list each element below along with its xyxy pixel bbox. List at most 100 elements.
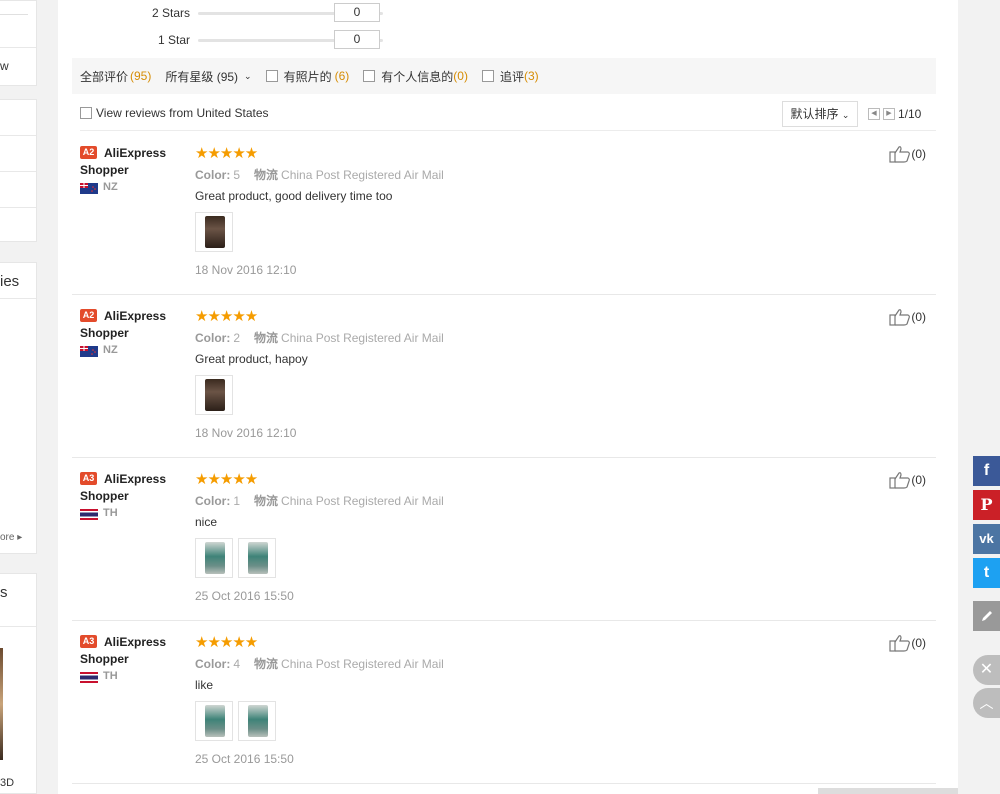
sidebar-link-row[interactable] <box>0 136 36 172</box>
review-item: A2 AliExpress Shopper NZ ★★★★★ Color: 2 物流… <box>72 295 936 458</box>
review-text: nice <box>195 515 218 529</box>
sidebar-fragment-text: 3D <box>0 777 15 789</box>
share-pinterest-icon[interactable]: P <box>973 490 1000 520</box>
sidebar-box-links <box>0 99 37 242</box>
logistics-value: China Post Registered Air Mail <box>281 168 444 182</box>
horizontal-scrollbar[interactable] <box>818 788 958 794</box>
rating-row-label: 2 Stars <box>151 6 190 20</box>
helpful-count: (0) <box>911 636 926 650</box>
close-icon[interactable]: ✕ <box>973 655 1000 685</box>
review-filter-bar: 全部评价 (95) 所有星级 (95) ⌄ 有照片的 (6) 有个人信息的 (0… <box>72 58 936 94</box>
view-from-us-checkbox[interactable] <box>80 107 92 119</box>
review-photo[interactable] <box>195 701 233 741</box>
rating-count-box: 0 <box>334 30 380 49</box>
sidebar-link-row[interactable] <box>0 172 36 208</box>
followup-label: 追评 <box>499 69 524 84</box>
color-value: 4 <box>233 657 241 671</box>
filter-followup[interactable]: 追评 (3) <box>481 68 539 85</box>
product-thumbnail[interactable] <box>0 648 3 760</box>
next-page-icon[interactable]: ▶ <box>883 108 895 120</box>
back-to-top-icon[interactable]: ︿ <box>973 688 1000 718</box>
star-level-select[interactable]: 所有星级 (95) ⌄ <box>165 68 251 85</box>
rating-row-label: 1 Star <box>157 33 190 47</box>
review-item: A2 AliExpress Shopper NZ ★★★★★ Color: 5 物流… <box>72 132 936 295</box>
personal-info-checkbox[interactable] <box>363 70 376 82</box>
review-photo[interactable] <box>238 538 276 578</box>
sidebar-section-title: s <box>0 584 8 601</box>
buyer-name: AliExpress Shopper <box>80 472 167 503</box>
sidebar-link-row[interactable] <box>0 100 36 136</box>
filter-with-photos[interactable]: 有照片的 (6) <box>265 68 350 85</box>
logistics-label: 物流 <box>254 168 279 182</box>
review-text: Great product, good delivery time too <box>195 189 393 203</box>
filter-all-label: 全部评价 <box>80 69 129 84</box>
color-value: 5 <box>233 168 241 182</box>
share-twitter-icon[interactable]: t <box>973 558 1000 588</box>
chevron-down-icon: ⌄ <box>841 110 850 120</box>
flag-th-icon <box>80 672 98 683</box>
thumbs-up-icon <box>889 146 911 163</box>
sort-select-label: 默认排序 <box>790 107 839 121</box>
color-label: Color: <box>195 331 231 345</box>
sort-select[interactable]: 默认排序 ⌄ <box>782 101 858 127</box>
sidebar-box-top: w <box>0 0 37 86</box>
share-vk-icon[interactable]: vk <box>973 524 1000 554</box>
share-facebook-icon[interactable]: f <box>973 456 1000 486</box>
star-rating: ★★★★★ <box>195 308 258 325</box>
personal-info-label: 有个人信息的 <box>381 69 454 84</box>
filter-all-reviews[interactable]: 全部评价 (95) <box>80 68 151 85</box>
sidebar-section-title: ies <box>0 273 20 290</box>
star-rating: ★★★★★ <box>195 634 258 651</box>
flag-th-icon <box>80 509 98 520</box>
flag-nz-icon <box>80 183 98 194</box>
sidebar-more-link[interactable]: ore ▸ <box>0 532 22 543</box>
helpful-button[interactable]: (0) <box>889 145 926 163</box>
color-value: 2 <box>233 331 241 345</box>
buyer-name: AliExpress Shopper <box>80 635 167 666</box>
helpful-button[interactable]: (0) <box>889 308 926 326</box>
chevron-down-icon: ⌄ <box>244 70 252 81</box>
review-photo[interactable] <box>238 701 276 741</box>
view-from-us-option[interactable]: View reviews from United States <box>80 106 269 120</box>
followup-count: (3) <box>523 69 539 83</box>
sidebar-box-products: s 3D <box>0 573 37 794</box>
rating-row-1-star: 1 Star 0 <box>58 30 438 50</box>
helpful-button[interactable]: (0) <box>889 634 926 652</box>
review-text: Great product, hapoy <box>195 352 308 366</box>
logistics-value: China Post Registered Air Mail <box>281 657 444 671</box>
followup-checkbox[interactable] <box>481 70 494 82</box>
thumbs-up-icon <box>889 635 911 652</box>
review-photo[interactable] <box>195 212 233 252</box>
logistics-value: China Post Registered Air Mail <box>281 494 444 508</box>
logistics-value: China Post Registered Air Mail <box>281 331 444 345</box>
buyer-name: AliExpress Shopper <box>80 309 167 340</box>
review-date: 25 Oct 2016 15:50 <box>195 752 294 766</box>
star-level-select-label: 所有星级 (95) <box>165 69 239 84</box>
filter-all-count: (95) <box>130 69 152 83</box>
photos-label: 有照片的 <box>283 69 332 84</box>
buyer-name: AliExpress Shopper <box>80 146 167 177</box>
rating-row-2-stars: 2 Stars 0 <box>58 3 438 23</box>
review-photo[interactable] <box>195 538 233 578</box>
filter-personal-info[interactable]: 有个人信息的 (0) <box>363 68 468 85</box>
helpful-count: (0) <box>911 310 926 324</box>
star-rating: ★★★★★ <box>195 145 258 162</box>
sidebar-more-label: ore <box>0 532 15 543</box>
photos-count: (6) <box>334 69 350 83</box>
review-date: 18 Nov 2016 12:10 <box>195 426 297 440</box>
color-label: Color: <box>195 168 231 182</box>
pagination: ◀ ▶ 1/10 <box>868 107 921 121</box>
color-label: Color: <box>195 494 231 508</box>
buyer-country: TH <box>103 670 118 682</box>
review-photo[interactable] <box>195 375 233 415</box>
prev-page-icon[interactable]: ◀ <box>868 108 880 120</box>
personal-info-count: (0) <box>453 69 468 83</box>
logistics-label: 物流 <box>254 657 279 671</box>
review-text: like <box>195 678 214 692</box>
edit-pencil-icon[interactable] <box>973 601 1000 631</box>
photos-checkbox[interactable] <box>265 70 278 82</box>
view-from-us-label: View reviews from United States <box>96 106 269 120</box>
sidebar-fragment-text[interactable]: w <box>0 59 9 73</box>
rating-count-box: 0 <box>334 3 380 22</box>
helpful-button[interactable]: (0) <box>889 471 926 489</box>
